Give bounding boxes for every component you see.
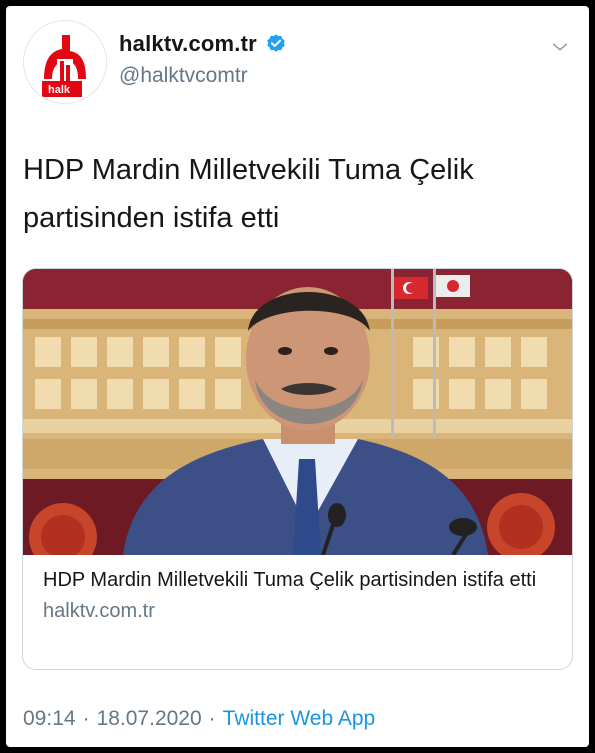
avatar-text: halk — [48, 84, 71, 96]
tweet-container: halk halktv.com.tr @halktvcomtr HDP Mard… — [6, 6, 589, 747]
link-card[interactable]: HDP Mardin Milletvekili Tuma Çelik parti… — [22, 268, 573, 670]
tweet-text: HDP Mardin Milletvekili Tuma Çelik parti… — [23, 154, 474, 234]
author-handle[interactable]: @halktvcomtr — [119, 64, 248, 88]
source-app-link[interactable]: Twitter Web App — [223, 707, 376, 731]
tweet-meta: 09:14 · 18.07.2020 · Twitter Web App — [23, 707, 375, 731]
tweet-date[interactable]: 18.07.2020 — [97, 707, 202, 731]
verified-badge-icon — [267, 34, 285, 52]
display-name[interactable]: halktv.com.tr — [119, 31, 257, 57]
card-body: HDP Mardin Milletvekili Tuma Çelik parti… — [43, 567, 558, 623]
avatar[interactable]: halk — [23, 20, 107, 104]
card-title: HDP Mardin Milletvekili Tuma Çelik parti… — [43, 569, 537, 591]
halktv-logo-icon: halk — [24, 21, 106, 103]
news-photo-image — [23, 269, 572, 555]
tweet-time[interactable]: 09:14 — [23, 707, 76, 731]
author-name-row: halktv.com.tr — [119, 31, 287, 57]
meta-separator-2: · — [208, 707, 216, 730]
card-domain: halktv.com.tr — [43, 600, 155, 622]
chevron-down-icon[interactable] — [549, 36, 571, 58]
meta-separator: · — [82, 707, 90, 730]
